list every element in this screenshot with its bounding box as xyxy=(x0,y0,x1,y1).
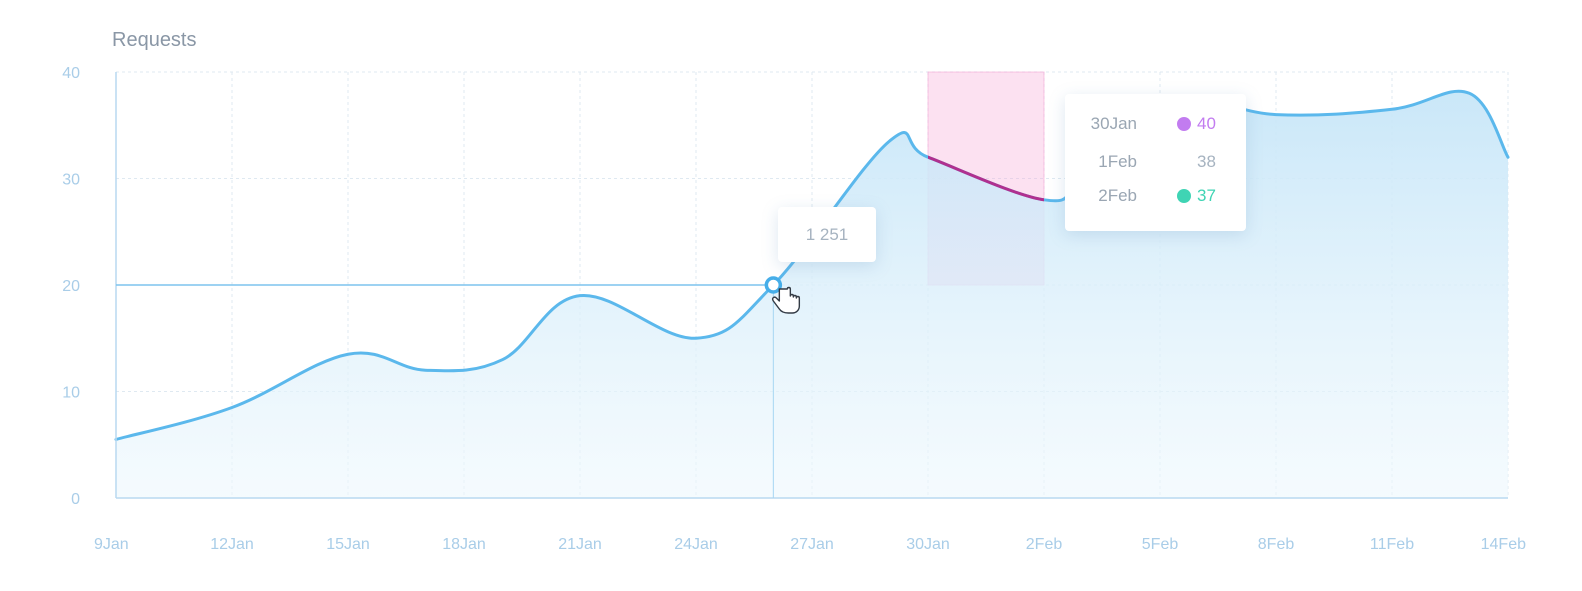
range-tooltip-row: 2Feb 37 xyxy=(1065,186,1246,206)
x-tick-label: 18Jan xyxy=(442,536,486,553)
x-tick-label: 30Jan xyxy=(906,536,950,553)
x-tick-label: 2Feb xyxy=(1026,536,1063,553)
range-tooltip-row: 1Feb 38 xyxy=(1065,152,1246,172)
range-tooltip-date: 1Feb xyxy=(1098,152,1137,171)
x-tick-label: 27Jan xyxy=(790,536,834,553)
x-tick-label: 21Jan xyxy=(558,536,602,553)
x-tick-label: 12Jan xyxy=(210,536,254,553)
series-dot-icon xyxy=(1177,117,1191,131)
y-tick-label: 0 xyxy=(71,491,80,508)
x-tick-label: 5Feb xyxy=(1142,536,1179,553)
y-tick-label: 30 xyxy=(62,172,80,189)
x-tick-label: 9Jan xyxy=(94,536,129,553)
y-tick-label: 10 xyxy=(62,385,80,402)
chart-panel: Requests 0 10 20 30 40 9Jan 12Jan 15Jan 18Jan 21J… xyxy=(0,0,1582,591)
range-tooltip-date: 30Jan xyxy=(1090,114,1137,133)
y-tick-label: 40 xyxy=(62,65,80,82)
x-tick-label: 8Feb xyxy=(1258,536,1295,553)
x-tick-label: 15Jan xyxy=(326,536,370,553)
x-tick-label: 14Feb xyxy=(1481,536,1526,553)
range-tooltip-value: 38 xyxy=(1197,152,1216,171)
crosshair-point xyxy=(764,276,783,294)
x-tick-label: 24Jan xyxy=(674,536,718,553)
x-tick-label: 11Feb xyxy=(1370,536,1414,553)
point-tooltip: 1 251 xyxy=(778,207,876,262)
range-tooltip-value: 40 xyxy=(1197,114,1216,133)
y-tick-label: 20 xyxy=(62,278,80,295)
series-dot-icon xyxy=(1177,189,1191,203)
requests-chart[interactable]: 0 10 20 30 40 9Jan 12Jan 15Jan 18Jan 21Jan 24Jan 27… xyxy=(0,0,1582,591)
point-tooltip-value: 1 251 xyxy=(805,225,849,244)
range-tooltip-row: 30Jan 40 xyxy=(1065,114,1246,134)
range-tooltip-value: 37 xyxy=(1197,186,1216,205)
range-tooltip: 30Jan 40 1Feb 38 2Feb 37 xyxy=(1065,94,1246,231)
range-tooltip-date: 2Feb xyxy=(1098,186,1137,205)
